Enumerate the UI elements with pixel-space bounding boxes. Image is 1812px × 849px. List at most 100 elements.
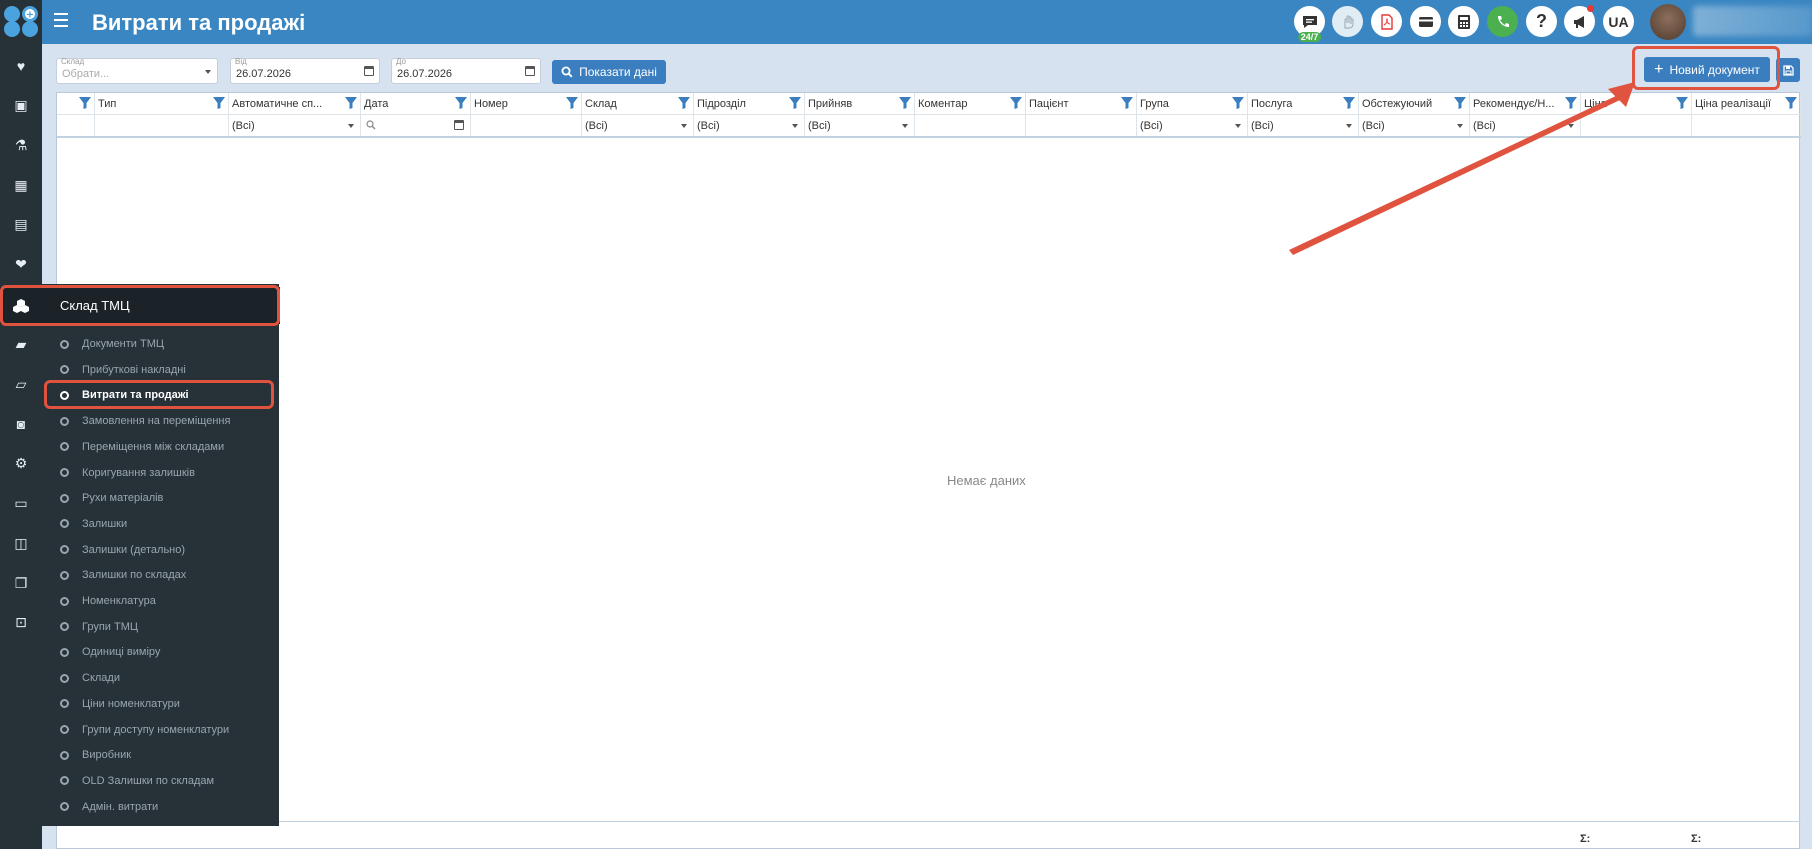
submenu-item-12[interactable]: Групи ТМЦ <box>42 616 279 638</box>
filter-funnel-icon[interactable] <box>1009 96 1023 110</box>
filter-funnel-icon[interactable] <box>1453 96 1467 110</box>
user-lock-icon[interactable]: ⊡ <box>0 607 42 637</box>
filter-funnel-icon[interactable] <box>677 96 691 110</box>
filter-funnel-icon[interactable] <box>454 96 468 110</box>
column-filter-2[interactable]: (Всі) <box>229 115 361 136</box>
user-name-blurred[interactable] <box>1693 6 1812 36</box>
document-icon[interactable]: ▤ <box>0 209 42 239</box>
user-avatar[interactable] <box>1650 4 1686 40</box>
filter-funnel-icon[interactable] <box>565 96 579 110</box>
book-icon[interactable]: ▰ <box>0 329 42 359</box>
chevron-down-icon <box>348 124 354 128</box>
filter-funnel-icon[interactable] <box>788 96 802 110</box>
column-filter-13[interactable]: (Всі) <box>1470 115 1581 136</box>
empty-grid-message: Немає даних <box>947 473 1026 488</box>
pdf-button[interactable] <box>1371 6 1402 37</box>
submenu-item-17[interactable]: Виробник <box>42 744 279 766</box>
search-icon <box>366 120 376 133</box>
column-filter-value: (Всі) <box>232 120 255 132</box>
calendar-icon[interactable]: ▦ <box>0 170 42 200</box>
hamburger-menu-icon[interactable] <box>54 13 68 27</box>
phone-button[interactable] <box>1487 6 1518 37</box>
chevron-down-icon <box>1235 124 1241 128</box>
circle-icon <box>60 596 69 606</box>
copy-icon[interactable]: ❐ <box>0 568 42 598</box>
heartbeat-icon[interactable]: ❤ <box>0 249 42 279</box>
column-filter-15[interactable] <box>1692 115 1801 136</box>
date-from-field[interactable]: Від 26.07.2026 <box>230 57 380 84</box>
submenu-item-6[interactable]: Коригування залишків <box>42 462 279 484</box>
calendar-icon[interactable] <box>454 120 464 130</box>
column-filter-1[interactable] <box>95 115 229 136</box>
filter-funnel-icon[interactable] <box>1342 96 1356 110</box>
money-icon[interactable]: ◙ <box>0 409 42 439</box>
sticky-note-icon[interactable]: ◫ <box>0 528 42 558</box>
date-from-label: Від <box>235 57 247 66</box>
help-button[interactable]: ? <box>1526 6 1557 37</box>
column-header-label: Група <box>1140 98 1169 110</box>
submenu-item-9[interactable]: Залишки (детально) <box>42 539 279 561</box>
heart-icon[interactable]: ♥ <box>0 51 42 81</box>
column-filter-5[interactable]: (Всі) <box>582 115 694 136</box>
date-to-field[interactable]: До 26.07.2026 <box>391 57 541 84</box>
column-filter-8[interactable] <box>915 115 1026 136</box>
warehouse-select[interactable]: Склад Обрати... <box>56 57 218 84</box>
flask-icon[interactable]: ⚗ <box>0 130 42 160</box>
filter-funnel-icon[interactable] <box>898 96 912 110</box>
data-grid: Тип Автоматичне сп... Дата Номер Склад Підроз… <box>56 92 1801 849</box>
column-filter-7[interactable]: (Всі) <box>805 115 915 136</box>
filter-funnel-icon[interactable] <box>1231 96 1245 110</box>
submenu-item-16[interactable]: Групи доступу номенклатури <box>42 719 279 741</box>
filter-funnel-icon[interactable] <box>1675 96 1689 110</box>
submenu-item-18[interactable]: OLD Залишки по складам <box>42 770 279 792</box>
submenu-item-label: Залишки по складах <box>82 569 187 582</box>
announcements-button[interactable] <box>1564 5 1595 37</box>
show-data-button[interactable]: Показати дані <box>552 60 666 84</box>
submenu-item-label: Коригування залишків <box>82 466 195 479</box>
submenu-item-19[interactable]: Адмін. витрати <box>42 796 279 818</box>
submenu-item-2[interactable]: Прибуткові накладні <box>42 359 279 381</box>
calendar-icon[interactable] <box>364 66 374 76</box>
filter-funnel-icon[interactable] <box>1784 96 1798 110</box>
filter-funnel-icon[interactable] <box>1564 96 1578 110</box>
calculator-button[interactable] <box>1448 6 1479 37</box>
filter-funnel-icon[interactable] <box>78 96 92 110</box>
column-filter-12[interactable]: (Всі) <box>1359 115 1470 136</box>
submenu-item-8[interactable]: Залишки <box>42 513 279 535</box>
payment-button[interactable] <box>1410 6 1441 37</box>
column-filter-9[interactable] <box>1026 115 1137 136</box>
filter-funnel-icon[interactable] <box>344 96 358 110</box>
cogs-icon[interactable]: ⚙ <box>0 448 42 478</box>
calendar-icon[interactable] <box>525 66 535 76</box>
hand-icon <box>1343 14 1354 29</box>
folder-open-icon[interactable]: ▱ <box>0 369 42 399</box>
submenu-item-14[interactable]: Склади <box>42 667 279 689</box>
column-filter-10[interactable]: (Всі) <box>1137 115 1248 136</box>
column-filter-6[interactable]: (Всі) <box>694 115 805 136</box>
filter-funnel-icon[interactable] <box>212 96 226 110</box>
submenu-item-10[interactable]: Залишки по складах <box>42 564 279 586</box>
app-logo-icon[interactable]: + <box>2 4 40 38</box>
submenu-item-5[interactable]: Переміщення між складами <box>42 436 279 458</box>
submenu-item-11[interactable]: Номенклатура <box>42 590 279 612</box>
column-filter-11[interactable]: (Всі) <box>1248 115 1359 136</box>
column-filter-4[interactable] <box>471 115 582 136</box>
submenu-item-7[interactable]: Рухи матеріалів <box>42 487 279 509</box>
submenu-item-15[interactable]: Ціни номенклатури <box>42 693 279 715</box>
help-hand-button[interactable] <box>1332 6 1363 37</box>
submenu-item-1[interactable]: Документи ТМЦ <box>42 333 279 355</box>
column-filter-14[interactable] <box>1581 115 1692 136</box>
grid-select-column-filter[interactable] <box>57 115 95 136</box>
column-filter-value: (Всі) <box>1140 120 1163 132</box>
filter-funnel-icon[interactable] <box>1120 96 1134 110</box>
column-filter-3[interactable] <box>361 115 471 136</box>
chevron-down-icon <box>902 124 908 128</box>
highlight-menu-header <box>0 285 280 326</box>
window-icon[interactable]: ▭ <box>0 488 42 518</box>
submenu-item-13[interactable]: Одиниці виміру <box>42 641 279 663</box>
submenu-item-4[interactable]: Замовлення на переміщення <box>42 410 279 432</box>
chat-button[interactable]: 24/7 <box>1294 6 1325 42</box>
contact-card-icon[interactable]: ▣ <box>0 90 42 120</box>
circle-icon <box>60 545 69 555</box>
language-button[interactable]: UA <box>1603 6 1634 37</box>
